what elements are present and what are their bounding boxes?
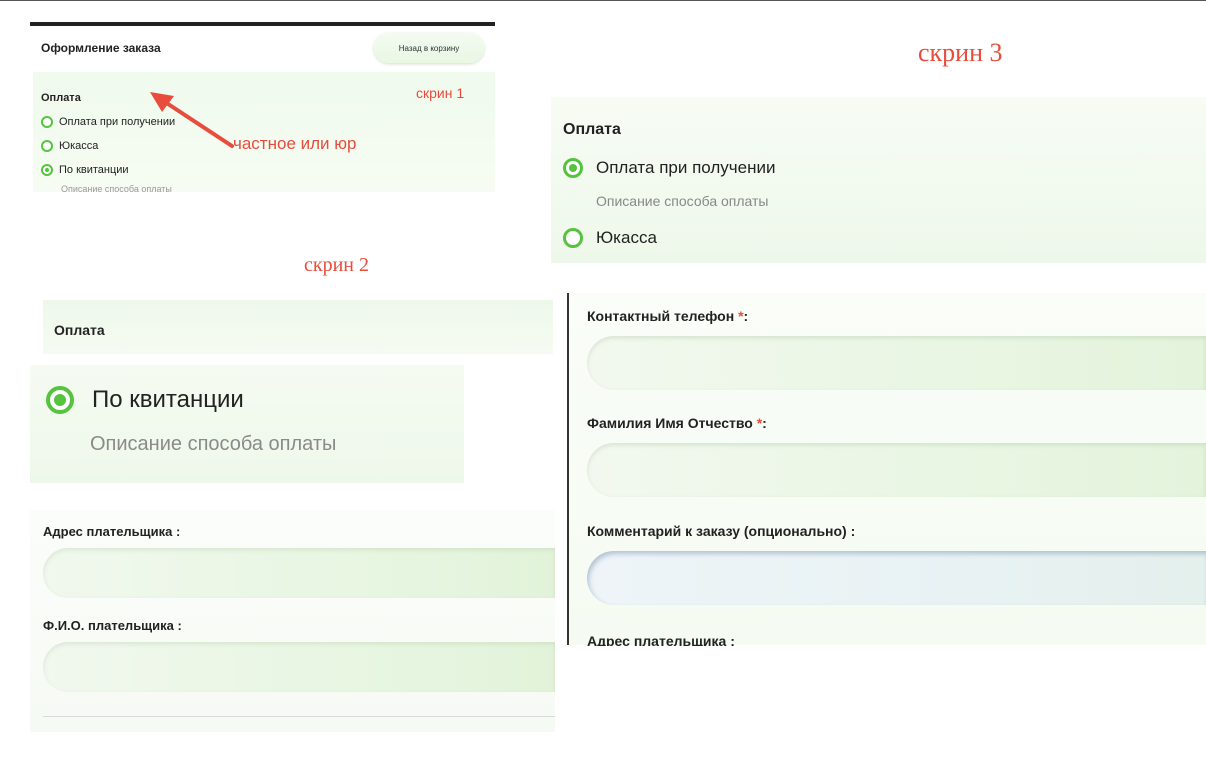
comment-label: Комментарий к заказу (опционально) : xyxy=(587,523,856,539)
screen1-header-bar xyxy=(30,22,495,26)
payer-name-label: Ф.И.О. плательщика : xyxy=(43,618,182,633)
screen1-payment-description: Описание способа оплаты xyxy=(61,184,172,192)
top-border-line xyxy=(0,0,1206,1)
screen1-option-receipt[interactable]: По квитанции xyxy=(41,164,129,176)
phone-input[interactable] xyxy=(587,336,1206,390)
screen1-option-yookassa[interactable]: Юкасса xyxy=(41,140,98,152)
screen2-annotation-label: скрин 2 xyxy=(304,254,369,276)
radio-checked-icon[interactable] xyxy=(46,386,74,414)
screen1-page-title: Оформление заказа xyxy=(41,41,161,55)
screen2-payment-panel xyxy=(43,300,553,354)
option-label: Оплата при получении xyxy=(596,158,776,177)
screen2-zoomed-option-panel xyxy=(30,365,464,483)
option-label: Юкасса xyxy=(59,140,99,152)
full-name-label: Фамилия Имя Отчество *: xyxy=(587,415,767,431)
radio-unchecked-icon[interactable] xyxy=(41,140,53,152)
screen1-annotation-label: скрин 1 xyxy=(416,85,465,101)
payer-address-label: Адрес плательщика : xyxy=(43,524,181,539)
screen2-payment-description: Описание способа оплаты xyxy=(90,433,337,455)
phone-label: Контактный телефон *: xyxy=(587,308,748,324)
screen2-payment-heading: Оплата xyxy=(54,322,105,338)
label-suffix: : xyxy=(743,308,749,324)
screen2-option-receipt[interactable]: По квитанции xyxy=(46,386,244,414)
radio-unchecked-icon[interactable] xyxy=(41,116,53,128)
label-text: Контактный телефон xyxy=(587,308,739,324)
screen3-annotation-label: скрин 3 xyxy=(918,38,1003,67)
back-to-cart-button[interactable]: Назад в корзину xyxy=(374,33,484,63)
radio-checked-icon[interactable] xyxy=(41,164,53,176)
screen3-payment-heading: Оплата xyxy=(563,121,621,138)
screen1-payment-heading: Оплата xyxy=(41,92,81,104)
screen3-option-cash-on-delivery[interactable]: Оплата при получении xyxy=(563,158,775,178)
screen3-payment-description: Описание способа оплаты xyxy=(596,193,769,209)
option-label: Юкасса xyxy=(596,228,657,247)
label-text: Фамилия Имя Отчество xyxy=(587,415,757,431)
option-label: По квитанции xyxy=(92,386,244,413)
full-name-input[interactable] xyxy=(587,443,1206,497)
label-suffix: : xyxy=(762,415,767,431)
option-label: По квитанции xyxy=(59,164,129,176)
comment-input[interactable] xyxy=(587,551,1206,605)
payer-address-label-partial: Адрес плательщика : xyxy=(587,633,735,646)
radio-checked-icon[interactable] xyxy=(563,158,583,178)
payer-address-input[interactable] xyxy=(43,548,555,598)
red-arrow-icon xyxy=(150,92,234,148)
radio-unchecked-icon[interactable] xyxy=(563,228,583,248)
payer-name-input[interactable] xyxy=(43,642,555,692)
arrow-annotation-note: частное или юр xyxy=(233,134,357,153)
screen3-option-yookassa[interactable]: Юкасса xyxy=(563,228,657,248)
divider xyxy=(43,716,555,717)
